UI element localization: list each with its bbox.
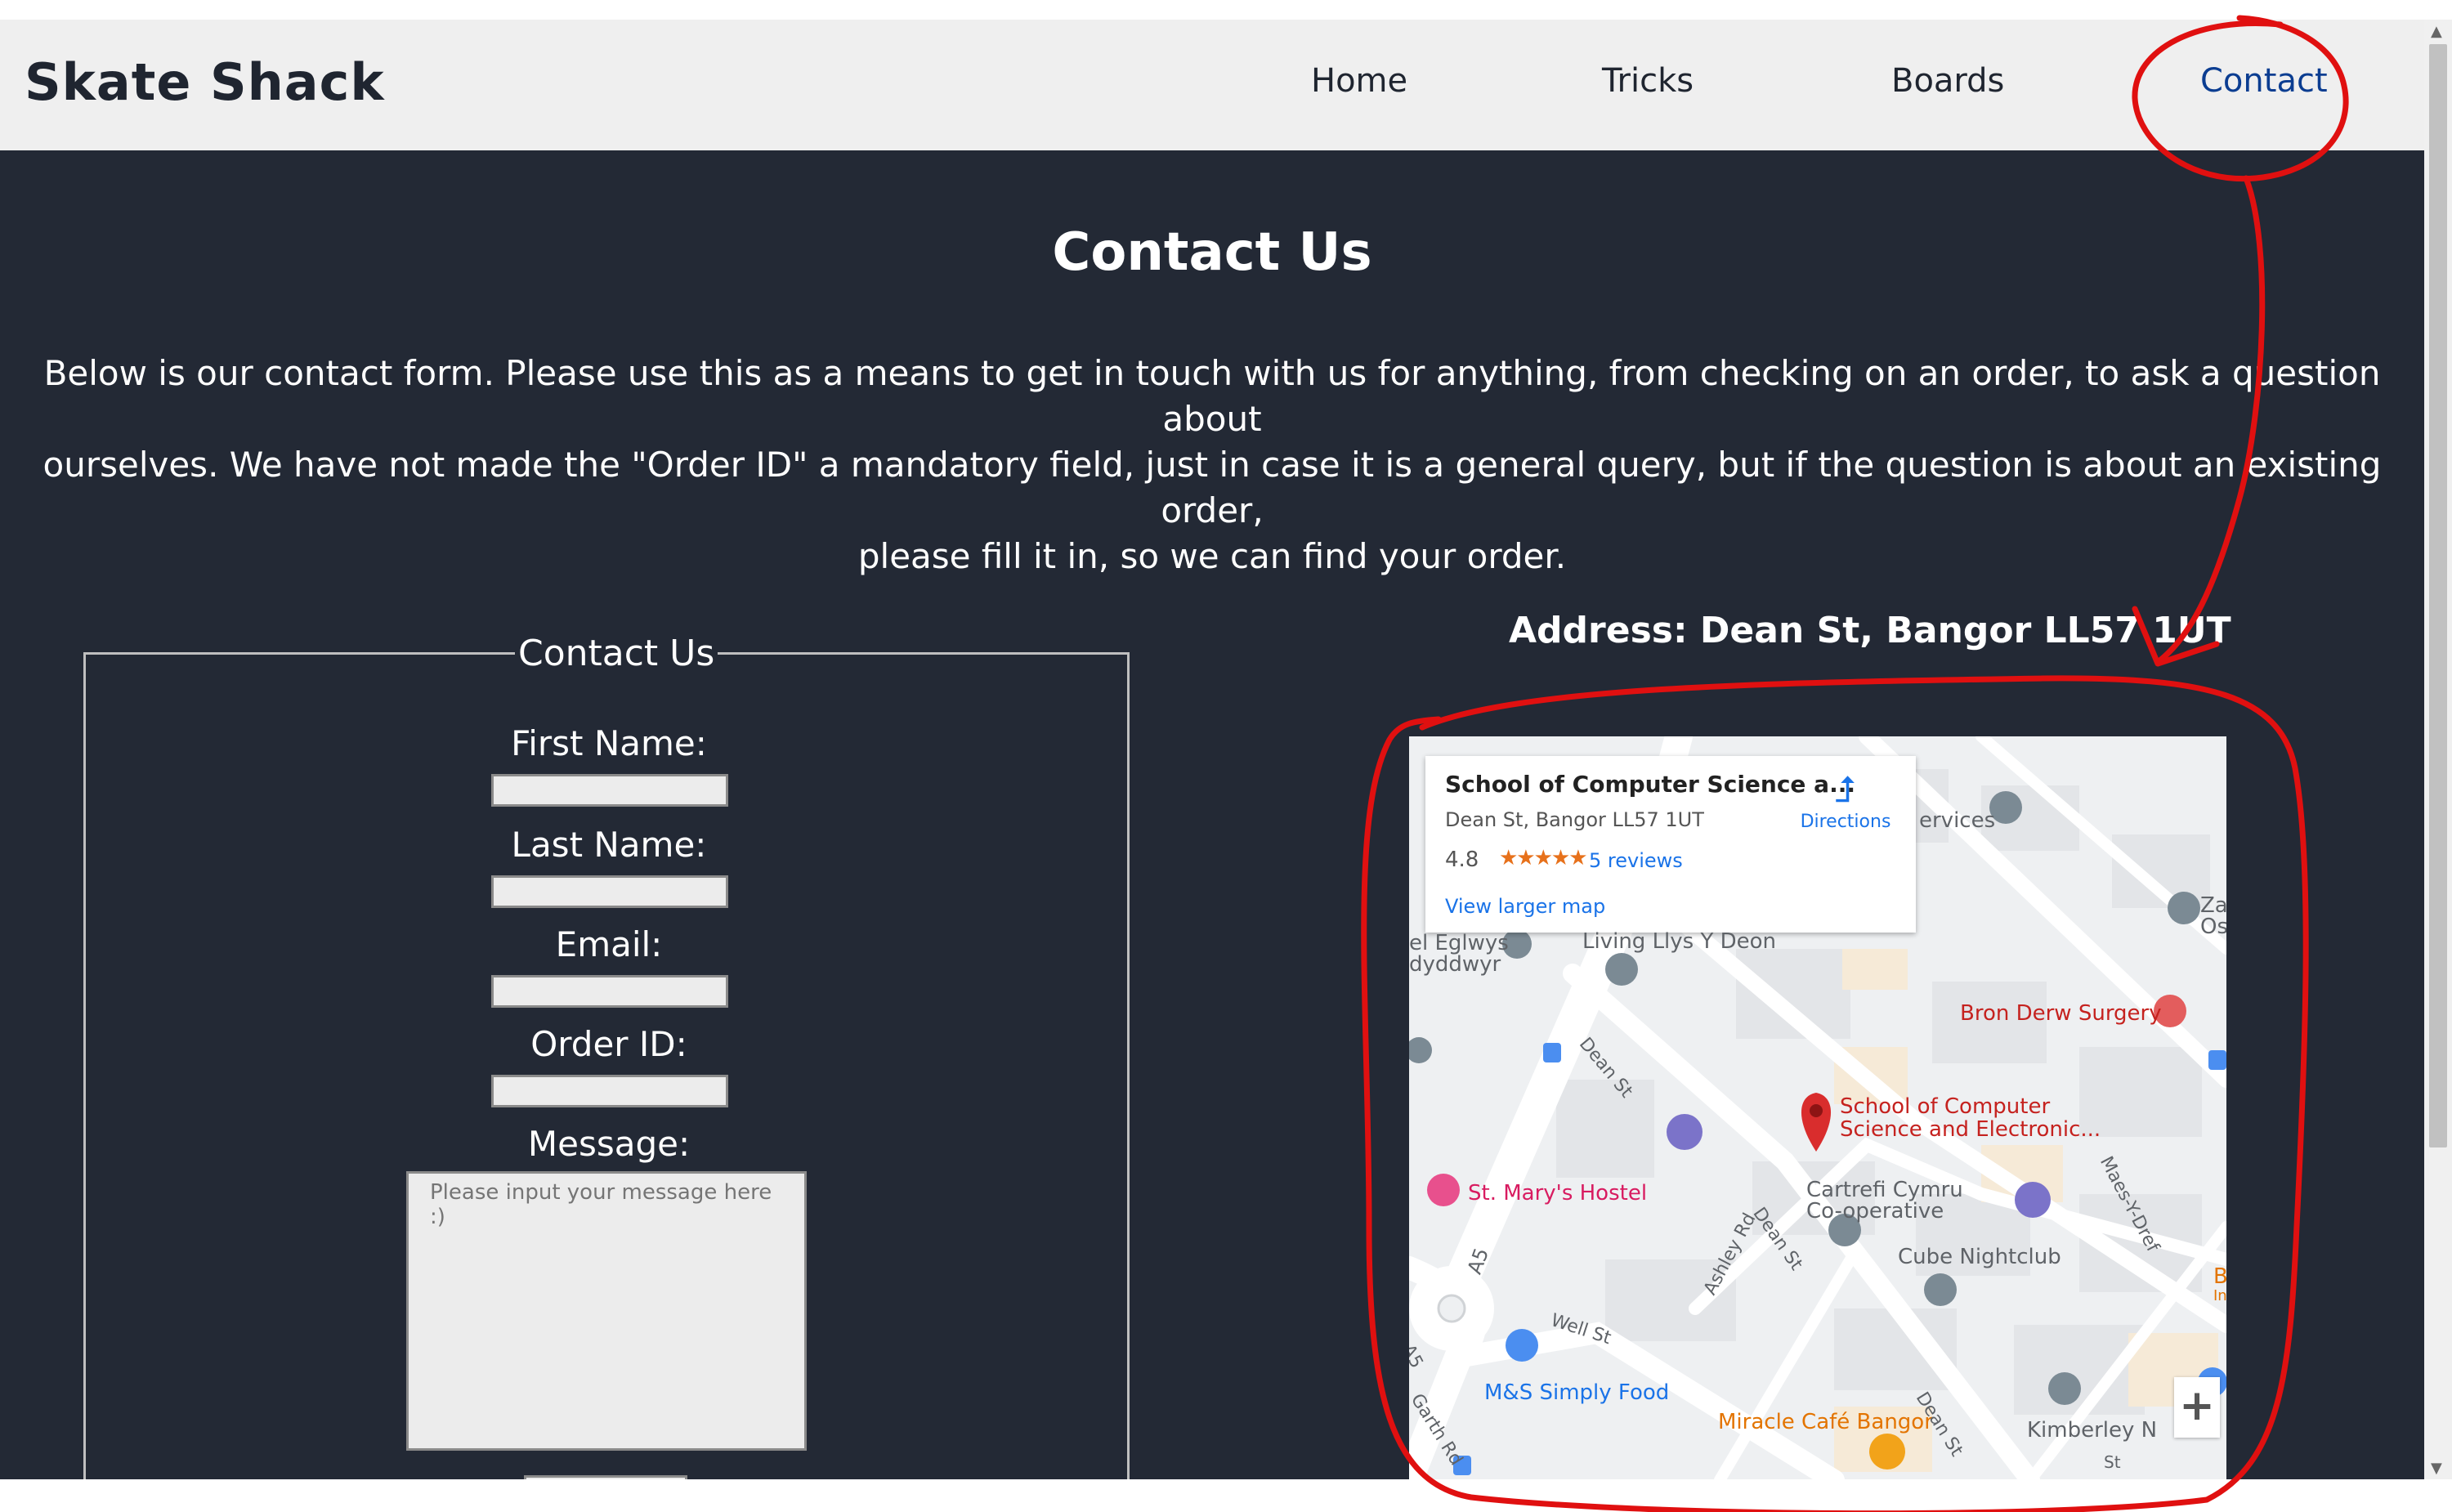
- embedded-map[interactable]: School of Computer Science a... Dean St,…: [1409, 736, 2226, 1479]
- form-legend: Contact Us: [518, 633, 715, 674]
- place-rating: 4.8: [1445, 848, 1479, 872]
- last-name-label: Last Name:: [511, 825, 707, 865]
- map-label-os: Os: [2200, 915, 2226, 939]
- first-name-label: First Name:: [511, 723, 707, 763]
- map-label-kimberley: Kimberley N: [2027, 1418, 2158, 1443]
- page-title: Contact Us: [1052, 222, 1372, 283]
- contact-form: Contact Us First Name: Last Name: Email:…: [83, 633, 1130, 1479]
- email-label: Email:: [555, 924, 663, 964]
- order-id-label: Order ID:: [530, 1024, 687, 1064]
- map-label-cube: Cube Nightclub: [1898, 1245, 2061, 1269]
- map-label-st-marys: St. Mary's Hostel: [1468, 1181, 1648, 1206]
- directions-button[interactable]: ⮥ Directions: [1796, 769, 1895, 832]
- main-content: Contact Us Below is our contact form. Pl…: [0, 150, 2424, 1479]
- message-label: Message:: [527, 1124, 691, 1164]
- map-label-st: St: [2104, 1452, 2121, 1472]
- view-larger-map-link[interactable]: View larger map: [1445, 895, 1605, 918]
- intro-line-1: Below is our contact form. Please use th…: [43, 353, 2381, 439]
- bottom-strip: [0, 1479, 2452, 1512]
- zoom-in-button[interactable]: +: [2174, 1377, 2220, 1438]
- brand-logo[interactable]: Skate Shack: [25, 52, 385, 112]
- nav-tricks[interactable]: Tricks: [1602, 62, 1694, 100]
- map-label-services: ervices: [1919, 808, 1996, 833]
- map-label-dyddwyr: dyddwyr: [1409, 952, 1501, 977]
- map-label-bron-derw: Bron Derw Surgery: [1960, 1001, 2162, 1026]
- navbar: Skate Shack Home Tricks Boards Contact: [0, 20, 2424, 150]
- nav-contact[interactable]: Contact: [2200, 62, 2328, 100]
- directions-icon: ⮥: [1835, 769, 1856, 811]
- map-label-cartrefi-2: Co-operative: [1806, 1199, 1944, 1223]
- page: Skate Shack Home Tricks Boards Contact C…: [0, 0, 2452, 1512]
- intro-line-2: ourselves. We have not made the "Order I…: [43, 445, 2382, 530]
- nav-boards[interactable]: Boards: [1891, 62, 2004, 100]
- map-label-edge-in: In: [2213, 1287, 2226, 1304]
- last-name-input[interactable]: [491, 875, 728, 908]
- rating-stars: ★★★★★: [1499, 846, 1588, 870]
- place-info-card: School of Computer Science a... Dean St,…: [1425, 756, 1916, 933]
- map-label-school-2: Science and Electronic...: [1840, 1117, 2101, 1142]
- directions-label: Directions: [1800, 812, 1891, 832]
- top-strip: [0, 0, 2424, 20]
- reviews-link[interactable]: 5 reviews: [1589, 849, 1683, 872]
- email-input[interactable]: [491, 975, 728, 1008]
- map-label-miracle: Miracle Café Bangor: [1718, 1410, 1933, 1434]
- scrollbar-thumb[interactable]: [2429, 44, 2447, 1147]
- intro-line-3: please fill it in, so we can find your o…: [857, 536, 1567, 576]
- first-name-input[interactable]: [491, 774, 728, 807]
- intro-text: Below is our contact form. Please use th…: [8, 351, 2416, 579]
- scroll-up-icon[interactable]: ▲: [2431, 23, 2442, 40]
- order-id-input[interactable]: [491, 1075, 728, 1107]
- nav-home[interactable]: Home: [1311, 62, 1407, 100]
- map-label-school-1: School of Computer: [1840, 1094, 2051, 1119]
- map-label-edge-b: B: [2213, 1264, 2226, 1289]
- message-textarea[interactable]: [406, 1171, 807, 1451]
- place-title[interactable]: School of Computer Science a...: [1445, 771, 1855, 798]
- map-label-living: Living Llys Y Deon: [1582, 929, 1777, 954]
- page-scrollbar[interactable]: ▲ ▼: [2424, 20, 2452, 1479]
- place-address: Dean St, Bangor LL57 1UT: [1445, 808, 1704, 831]
- map-label-ms: M&S Simply Food: [1484, 1380, 1670, 1405]
- scroll-down-icon[interactable]: ▼: [2431, 1460, 2442, 1477]
- address-text: Address: Dean St, Bangor LL57 1UT: [1509, 610, 2231, 651]
